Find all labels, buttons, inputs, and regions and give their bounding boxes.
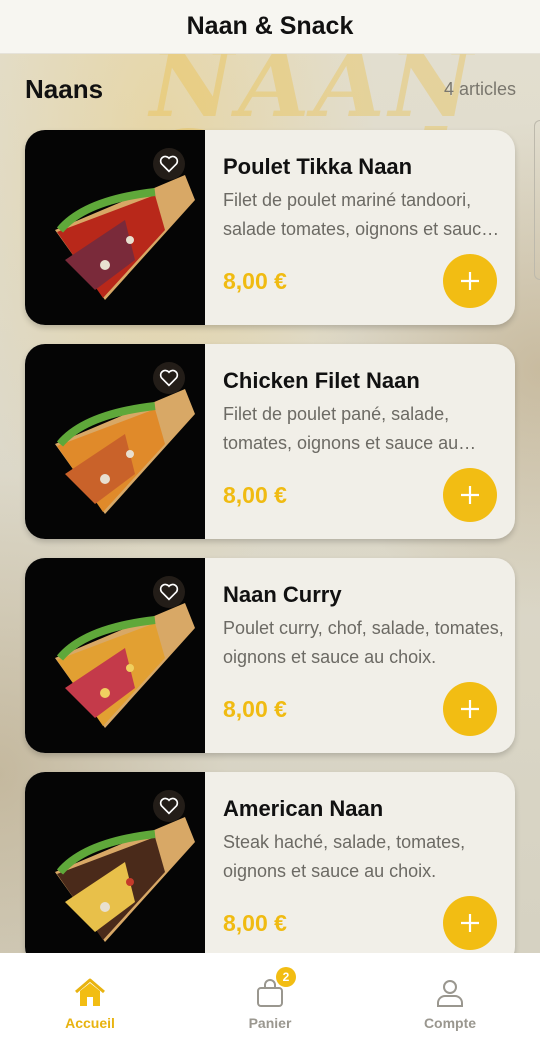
heart-icon <box>159 583 179 601</box>
product-description: Poulet curry, chof, salade, tomates, oig… <box>223 618 504 667</box>
product-image <box>25 558 205 753</box>
app-header: Naan & Snack <box>0 0 540 54</box>
product-description: Filet de poulet mariné tandoori, salade … <box>223 190 492 239</box>
add-to-cart-button[interactable] <box>443 468 497 522</box>
product-description: Steak haché, salade, tomates, oignons et… <box>223 832 466 881</box>
product-name: Naan Curry <box>223 582 342 607</box>
product-image <box>25 344 205 539</box>
favorite-button[interactable] <box>153 790 185 822</box>
product-description: Filet de poulet pané, salade, tomates, o… <box>223 404 459 453</box>
heart-icon <box>159 155 179 173</box>
product-name: Chicken Filet Naan <box>223 368 420 393</box>
nav-item-accueil[interactable]: Accueil <box>0 953 180 1046</box>
item-count: 4 articles <box>443 79 516 99</box>
naan-wrap-illustration <box>55 603 195 728</box>
bottom-navigation: Accueil 2 Panier Compte <box>0 953 540 1046</box>
product-image <box>25 772 205 967</box>
user-icon <box>437 980 463 1007</box>
heart-icon <box>159 797 179 815</box>
product-card[interactable]: Chicken Filet Naan Filet de poulet pané,… <box>25 344 515 539</box>
heart-icon <box>159 369 179 387</box>
naan-wrap-illustration <box>55 817 195 942</box>
nav-item-compte[interactable]: Compte <box>360 953 540 1046</box>
home-icon <box>75 978 105 1006</box>
add-to-cart-button[interactable] <box>443 896 497 950</box>
cart-badge: 2 <box>276 967 296 987</box>
plus-icon <box>461 914 479 932</box>
product-card[interactable]: Poulet Tikka Naan Filet de poulet mariné… <box>25 130 515 325</box>
plus-icon <box>461 486 479 504</box>
page-title: Naan & Snack <box>186 12 354 40</box>
plus-icon <box>461 700 479 718</box>
nav-label: Compte <box>423 1015 477 1031</box>
add-to-cart-button[interactable] <box>443 254 497 308</box>
nav-label: Panier <box>248 1015 292 1031</box>
naan-wrap-illustration <box>55 175 195 300</box>
product-price: 8,00 € <box>223 910 287 936</box>
favorite-button[interactable] <box>153 148 185 180</box>
nav-label: Accueil <box>65 1015 115 1031</box>
naan-wrap-illustration <box>55 389 195 514</box>
nav-item-panier[interactable]: 2 Panier <box>180 953 360 1046</box>
product-card[interactable]: Naan Curry Poulet curry, chof, salade, t… <box>25 558 515 753</box>
product-name: American Naan <box>223 796 384 821</box>
favorite-button[interactable] <box>153 362 185 394</box>
add-to-cart-button[interactable] <box>443 682 497 736</box>
plus-icon <box>461 272 479 290</box>
product-card[interactable]: American Naan Steak haché, salade, tomat… <box>25 772 515 967</box>
favorite-button[interactable] <box>153 576 185 608</box>
product-price: 8,00 € <box>223 696 287 722</box>
product-price: 8,00 € <box>223 268 287 294</box>
product-name: Poulet Tikka Naan <box>223 154 413 179</box>
section-title: Naans <box>25 74 104 104</box>
product-image <box>25 130 205 325</box>
product-price: 8,00 € <box>223 482 287 508</box>
section-header: Naans 4 articles <box>25 74 516 105</box>
side-scroll-handle[interactable] <box>534 120 540 280</box>
